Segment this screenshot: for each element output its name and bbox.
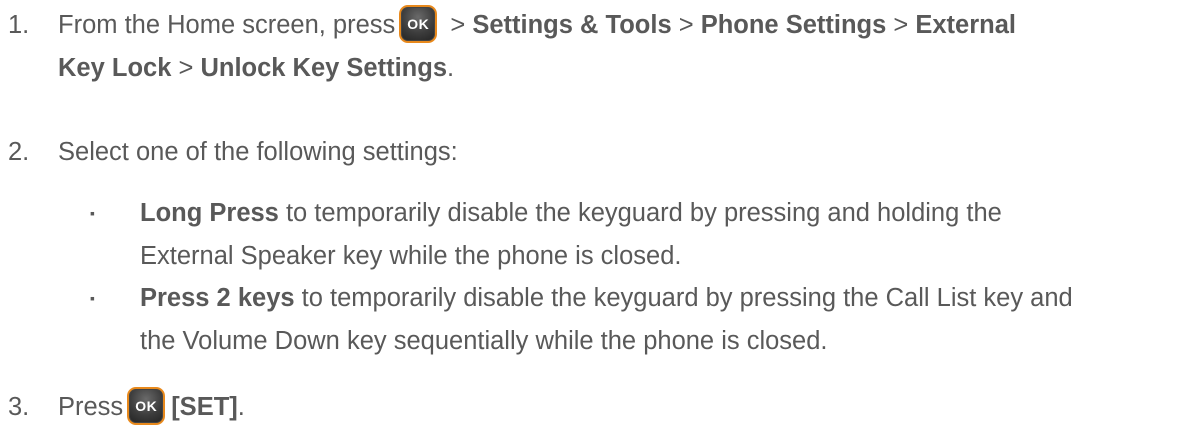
instructions-page: { "steps": [ { "number": "1.", "intro": …	[0, 0, 1187, 448]
menu-path-phone-settings: Phone Settings	[700, 11, 887, 39]
menu-path-unlock-key-settings: Unlock Key Settings	[200, 54, 448, 82]
bullet-icon: ▪	[90, 290, 95, 306]
step-number: 1.	[8, 11, 30, 39]
ok-key-label: OK	[407, 16, 430, 33]
step-number: 3.	[8, 393, 30, 421]
separator: >	[886, 11, 916, 39]
option-description-line2: External Speaker key while the phone is …	[140, 242, 682, 270]
step-3-intro: Press	[58, 393, 124, 421]
separator: >	[171, 54, 201, 82]
set-action-label: [SET]	[171, 393, 238, 421]
menu-path-key-lock: Key Lock	[58, 54, 172, 82]
period: .	[237, 393, 245, 421]
option-name: Press 2 keys	[140, 284, 295, 312]
step-1-text: From the Home screen, press OK > Settings…	[58, 4, 1178, 90]
ok-key-icon: OK	[127, 387, 166, 426]
bullet-icon: ▪	[90, 205, 95, 221]
step-2-text: Select one of the following settings:	[58, 138, 458, 166]
option-text: Press 2 keys to temporarily disable the …	[140, 277, 1180, 363]
step-3-text: Press OK [SET].	[58, 386, 1178, 429]
step-number: 2.	[8, 138, 30, 166]
option-description-line1: to temporarily disable the keyguard by p…	[278, 199, 1002, 227]
option-text: Long Press to temporarily disable the ke…	[140, 192, 1180, 278]
step-1-intro: From the Home screen, press	[58, 11, 396, 39]
period: .	[447, 54, 455, 82]
ok-key-icon: OK	[399, 5, 438, 44]
separator: >	[671, 11, 701, 39]
option-name: Long Press	[140, 199, 279, 227]
option-description-line1: to temporarily disable the keyguard by p…	[294, 284, 1073, 312]
menu-path-external: External	[915, 11, 1016, 39]
option-description-line2: the Volume Down key sequentially while t…	[140, 327, 828, 355]
ok-key-label: OK	[135, 398, 158, 415]
separator: >	[443, 11, 473, 39]
menu-path-settings-tools: Settings & Tools	[472, 11, 672, 39]
